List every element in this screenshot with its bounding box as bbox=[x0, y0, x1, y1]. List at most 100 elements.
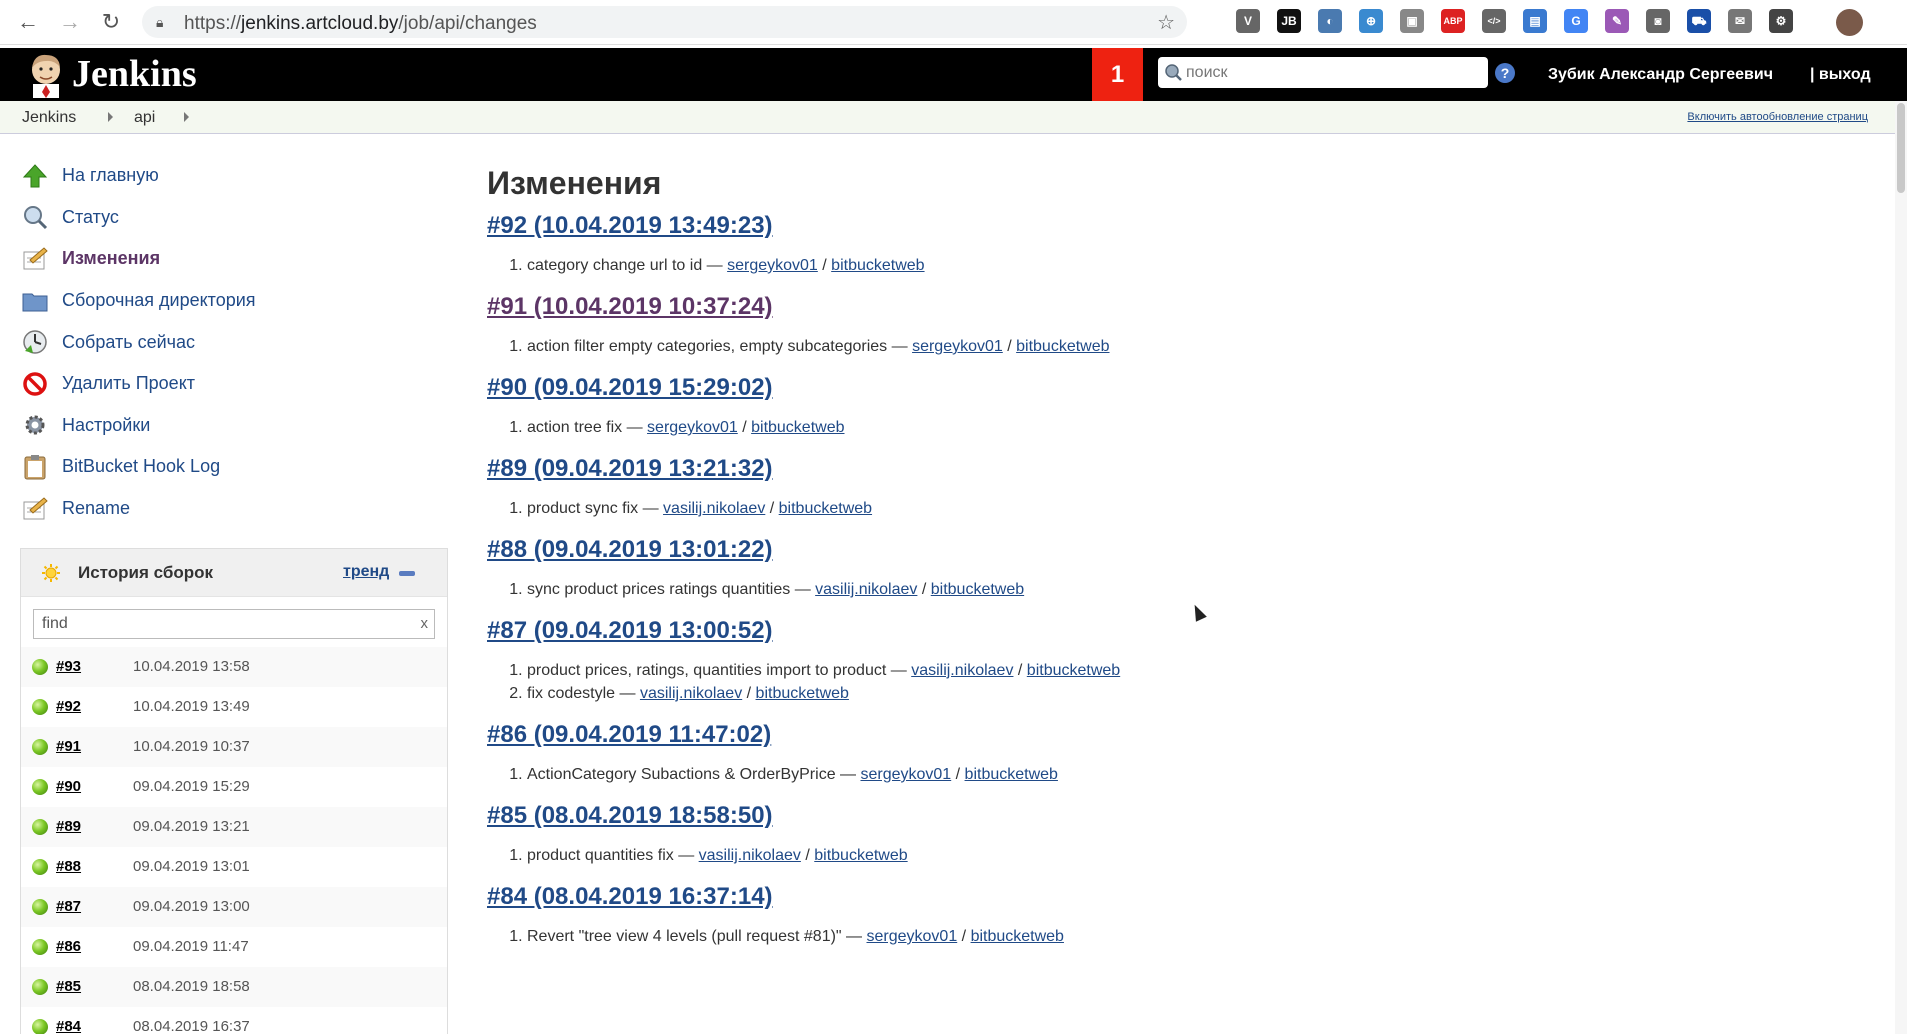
translate-badge-icon[interactable]: ⊕ bbox=[1359, 9, 1383, 33]
sidebar-task-4[interactable]: Сборочная директория bbox=[20, 280, 450, 322]
trend-link[interactable]: тренд bbox=[343, 563, 389, 581]
success-ball-icon[interactable] bbox=[32, 659, 48, 675]
build-number-link[interactable]: #88 bbox=[56, 858, 81, 875]
breadcrumb-arrow-icon[interactable] bbox=[184, 112, 189, 122]
repo-link[interactable]: bitbucketweb bbox=[814, 847, 907, 864]
build-number-link[interactable]: #85 bbox=[56, 978, 81, 995]
build-number-link[interactable]: #89 bbox=[56, 818, 81, 835]
autorefresh-link[interactable]: Включить автообновление страниц bbox=[1687, 111, 1868, 123]
profile-avatar[interactable] bbox=[1836, 9, 1863, 36]
change-build-link[interactable]: #91 (10.04.2019 10:37:24) bbox=[487, 291, 1847, 323]
author-link[interactable]: sergeykov01 bbox=[912, 338, 1003, 355]
sidebar-task-label[interactable]: Собрать сейчас bbox=[62, 332, 195, 353]
repo-link[interactable]: bitbucketweb bbox=[779, 500, 872, 517]
bookmark-star-icon[interactable]: ☆ bbox=[1157, 10, 1175, 35]
sidebar-task-label[interactable]: Изменения bbox=[62, 248, 160, 269]
user-name-link[interactable]: Зубик Александр Сергеевич bbox=[1548, 66, 1773, 84]
notification-badge[interactable]: 1 bbox=[1092, 48, 1143, 101]
sidebar-task-6[interactable]: Удалить Проект bbox=[20, 363, 450, 405]
scrollbar[interactable] bbox=[1895, 101, 1907, 1034]
scroll-thumb[interactable] bbox=[1897, 103, 1905, 193]
sidebar-task-label[interactable]: Настройки bbox=[62, 415, 150, 436]
sidebar-task-label[interactable]: На главную bbox=[62, 165, 159, 186]
settings-ext-icon[interactable]: ⚙ bbox=[1769, 9, 1793, 33]
address-bar[interactable]: 🔒︎ https://jenkins.artcloud.by/job/api/c… bbox=[142, 6, 1187, 38]
repo-link[interactable]: bitbucketweb bbox=[1027, 662, 1120, 679]
reader-icon[interactable]: ▤ bbox=[1523, 9, 1547, 33]
sidebar-task-7[interactable]: Настройки bbox=[20, 405, 450, 447]
sidebar-task-8[interactable]: BitBucket Hook Log bbox=[20, 446, 450, 488]
jenkins-butler-logo[interactable] bbox=[24, 52, 68, 98]
success-ball-icon[interactable] bbox=[32, 899, 48, 915]
author-link[interactable]: vasilij.nikolaev bbox=[699, 847, 801, 864]
success-ball-icon[interactable] bbox=[32, 779, 48, 795]
change-build-link[interactable]: #89 (09.04.2019 13:21:32) bbox=[487, 453, 1847, 485]
change-build-link[interactable]: #85 (08.04.2019 18:58:50) bbox=[487, 800, 1847, 832]
success-ball-icon[interactable] bbox=[32, 819, 48, 835]
change-build-link[interactable]: #88 (09.04.2019 13:01:22) bbox=[487, 534, 1847, 566]
build-number-link[interactable]: #93 bbox=[56, 658, 81, 675]
build-number-link[interactable]: #90 bbox=[56, 778, 81, 795]
camera-icon[interactable]: ◙ bbox=[1646, 9, 1670, 33]
sidebar-task-label[interactable]: Rename bbox=[62, 498, 130, 519]
author-link[interactable]: vasilij.nikolaev bbox=[663, 500, 765, 517]
search-input[interactable] bbox=[1186, 61, 1481, 84]
repo-link[interactable]: bitbucketweb bbox=[971, 928, 1064, 945]
repo-link[interactable]: bitbucketweb bbox=[931, 581, 1024, 598]
jetbrains-icon[interactable]: JB bbox=[1277, 9, 1301, 33]
logout-link[interactable]: | выход bbox=[1810, 66, 1871, 84]
author-link[interactable]: sergeykov01 bbox=[647, 419, 738, 436]
repo-link[interactable]: bitbucketweb bbox=[756, 685, 849, 702]
author-link[interactable]: vasilij.nikolaev bbox=[911, 662, 1013, 679]
success-ball-icon[interactable] bbox=[32, 939, 48, 955]
author-link[interactable]: vasilij.nikolaev bbox=[815, 581, 917, 598]
build-number-link[interactable]: #84 bbox=[56, 1018, 81, 1034]
repo-link[interactable]: bitbucketweb bbox=[831, 257, 924, 274]
reload-icon[interactable]: ↻ bbox=[99, 10, 123, 34]
success-ball-icon[interactable] bbox=[32, 699, 48, 715]
breadcrumb-jenkins[interactable]: Jenkins bbox=[22, 109, 76, 127]
vimeo-icon[interactable]: V bbox=[1236, 9, 1260, 33]
repo-link[interactable]: bitbucketweb bbox=[1016, 338, 1109, 355]
author-link[interactable]: sergeykov01 bbox=[860, 766, 951, 783]
sidebar-task-5[interactable]: Собрать сейчас bbox=[20, 321, 450, 363]
collapse-icon[interactable] bbox=[399, 571, 415, 576]
dev-icon[interactable]: ◐ bbox=[1318, 9, 1342, 33]
google-translate-icon[interactable]: G bbox=[1564, 9, 1588, 33]
change-build-link[interactable]: #86 (09.04.2019 11:47:02) bbox=[487, 719, 1847, 751]
success-ball-icon[interactable] bbox=[32, 739, 48, 755]
sidebar-task-1[interactable]: На главную bbox=[20, 155, 450, 197]
build-number-link[interactable]: #87 bbox=[56, 898, 81, 915]
build-number-link[interactable]: #92 bbox=[56, 698, 81, 715]
build-filter-input[interactable] bbox=[42, 614, 402, 634]
repo-link[interactable]: bitbucketweb bbox=[751, 419, 844, 436]
breadcrumb-arrow-icon[interactable] bbox=[108, 112, 113, 122]
change-build-link[interactable]: #87 (09.04.2019 13:00:52) bbox=[487, 615, 1847, 647]
build-number-link[interactable]: #86 bbox=[56, 938, 81, 955]
author-link[interactable]: sergeykov01 bbox=[727, 257, 818, 274]
change-build-link[interactable]: #90 (09.04.2019 15:29:02) bbox=[487, 372, 1847, 404]
repo-link[interactable]: bitbucketweb bbox=[965, 766, 1058, 783]
sidebar-task-2[interactable]: Статус bbox=[20, 197, 450, 239]
code-icon[interactable]: </> bbox=[1482, 9, 1506, 33]
sidebar-task-label[interactable]: BitBucket Hook Log bbox=[62, 456, 220, 477]
image-icon[interactable]: ▣ bbox=[1400, 9, 1424, 33]
help-icon[interactable]: ? bbox=[1495, 63, 1515, 83]
back-arrow-icon[interactable]: ← bbox=[16, 10, 40, 34]
change-build-link[interactable]: #84 (08.04.2019 16:37:14) bbox=[487, 881, 1847, 913]
sidebar-task-9[interactable]: Rename bbox=[20, 488, 450, 530]
success-ball-icon[interactable] bbox=[32, 979, 48, 995]
pen-icon[interactable]: ✎ bbox=[1605, 9, 1629, 33]
author-link[interactable]: sergeykov01 bbox=[867, 928, 958, 945]
mail-icon[interactable]: ✉ bbox=[1728, 9, 1752, 33]
sidebar-task-label[interactable]: Статус bbox=[62, 207, 119, 228]
clear-filter-icon[interactable]: x bbox=[421, 615, 429, 632]
url-text[interactable]: https://jenkins.artcloud.by/job/api/chan… bbox=[184, 13, 537, 35]
build-number-link[interactable]: #91 bbox=[56, 738, 81, 755]
jenkins-title[interactable]: Jenkins bbox=[72, 52, 197, 96]
author-link[interactable]: vasilij.nikolaev bbox=[640, 685, 742, 702]
sidebar-task-label[interactable]: Удалить Проект bbox=[62, 373, 195, 394]
change-build-link[interactable]: #92 (10.04.2019 13:49:23) bbox=[487, 210, 1847, 242]
breadcrumb-api[interactable]: api bbox=[134, 109, 155, 127]
abp-icon[interactable]: ABP bbox=[1441, 9, 1465, 33]
